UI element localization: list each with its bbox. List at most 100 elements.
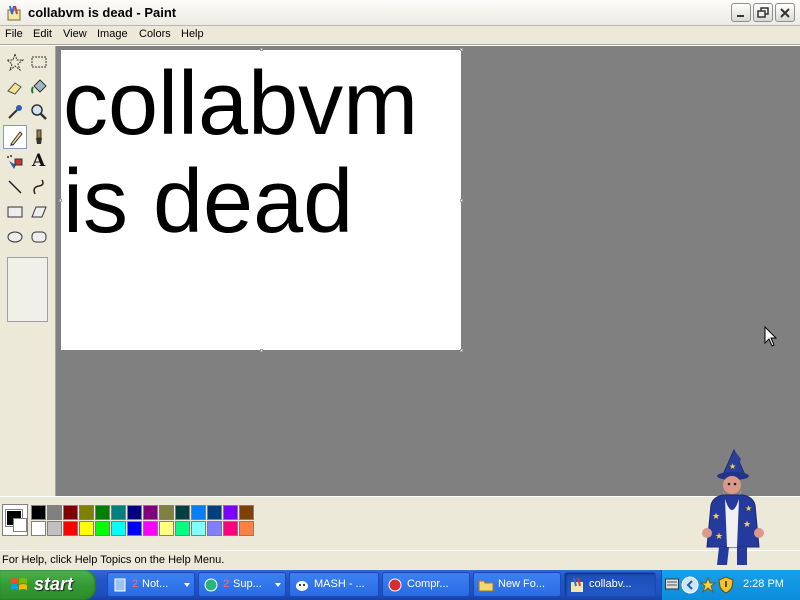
status-bar: For Help, click Help Topics on the Help … [0,550,800,570]
task-compress[interactable]: Compr... [382,572,470,597]
tool-brush[interactable] [27,125,51,149]
palette-swatch[interactable] [175,521,190,536]
palette-swatch[interactable] [143,521,158,536]
task-new-folder[interactable]: New Fo... [473,572,561,597]
palette-swatch[interactable] [31,521,46,536]
status-text: For Help, click Help Topics on the Help … [2,554,225,566]
tool-rectangle[interactable] [3,200,27,224]
task-paint-active[interactable]: collabv... [564,572,656,597]
taskbar: start 2 Not... 2 Sup... MASH - ... Compr… [0,570,800,600]
mash-icon [296,581,308,591]
tool-eraser[interactable] [3,75,27,99]
polygon-icon [31,206,47,218]
palette-swatch[interactable] [143,505,158,520]
network-icon[interactable] [700,577,716,593]
palette-swatch[interactable] [63,521,78,536]
palette-swatch[interactable] [239,521,254,536]
curve-icon [33,179,44,195]
tool-ellipse[interactable] [3,225,27,249]
palette-swatch[interactable] [95,505,110,520]
close-button[interactable] [775,3,795,22]
tool-polygon[interactable] [27,200,51,224]
background-color [13,518,27,532]
clock[interactable]: 2:28 PM [743,578,784,590]
palette-swatch[interactable] [175,505,190,520]
tool-fill-with-color[interactable] [27,75,51,99]
tool-options-box[interactable] [7,257,48,322]
svg-text:★: ★ [729,462,736,471]
notepad-icon [114,578,126,592]
palette-swatch[interactable] [31,505,46,520]
close-icon [780,8,790,18]
restore-icon [757,7,769,18]
svg-text:★: ★ [712,511,720,521]
tool-text[interactable]: A [27,150,51,174]
palette-swatch[interactable] [111,521,126,536]
shield-icon[interactable] [718,576,734,594]
tool-select[interactable] [27,50,51,74]
canvas-text-line-1: collabvm [63,54,419,154]
keyboard-icon[interactable] [665,578,679,590]
restore-button[interactable] [753,3,773,22]
tool-magnifier[interactable] [27,100,51,124]
title-bar[interactable]: collabvm is dead - Paint [0,0,800,26]
palette-swatch[interactable] [239,505,254,520]
menu-view[interactable]: View [63,28,87,40]
tool-curve[interactable] [27,175,51,199]
drawing-canvas[interactable]: collabvm is dead [61,50,461,350]
canvas-resize-handle-bottom[interactable] [260,349,263,352]
palette-swatch[interactable] [207,505,222,520]
eraser-icon [7,82,22,95]
rounded-rect-icon [31,231,47,243]
task-mash[interactable]: MASH - ... [289,572,379,597]
palette-swatch[interactable] [47,521,62,536]
ellipse-icon [7,231,23,243]
rect-select-icon [31,56,47,68]
palette-swatch[interactable] [191,505,206,520]
palette-swatch[interactable] [223,505,238,520]
palette-swatch[interactable] [223,521,238,536]
tool-airbrush[interactable] [3,150,27,174]
task-group-count: 2 [132,578,139,590]
palette-swatch[interactable] [95,521,110,536]
tool-rounded-rectangle[interactable] [27,225,51,249]
menu-file[interactable]: File [5,28,23,40]
palette-swatch[interactable] [191,521,206,536]
svg-text:★: ★ [745,504,752,513]
task-notepad-group[interactable]: 2 Not... [107,572,195,597]
wizard-mascot[interactable]: ★ ★ ★ ★ ★ [693,447,773,571]
menu-colors[interactable]: Colors [139,28,171,40]
svg-text:★: ★ [715,531,723,541]
tool-line[interactable] [3,175,27,199]
palette-swatch[interactable] [207,521,222,536]
palette-swatch[interactable] [159,521,174,536]
palette-swatch[interactable] [47,505,62,520]
tool-pencil[interactable] [3,125,27,149]
task-label: Compr... [407,578,449,590]
palette-swatch[interactable] [63,505,78,520]
palette-swatch[interactable] [79,521,94,536]
folder-icon [478,580,494,592]
palette-swatch[interactable] [127,521,142,536]
menu-help[interactable]: Help [181,28,204,40]
palette-swatch[interactable] [111,505,126,520]
start-button[interactable]: start [0,570,96,600]
palette-swatch[interactable] [159,505,174,520]
task-support-group[interactable]: 2 Sup... [198,572,286,597]
palette-swatch[interactable] [79,505,94,520]
menu-edit[interactable]: Edit [33,28,52,40]
task-label: Sup... [233,578,262,590]
task-label: collabv... [589,578,632,590]
canvas-resize-handle-right[interactable] [460,199,463,202]
task-group-count: 2 [223,578,230,590]
palette-swatch[interactable] [127,505,142,520]
magnifier-icon [31,104,47,120]
minimize-button[interactable] [731,3,751,22]
tool-pick-color[interactable] [3,100,27,124]
chevron-left-icon[interactable] [681,576,699,594]
star-select-icon [6,53,24,71]
menu-image[interactable]: Image [97,28,128,40]
airbrush-icon [7,155,23,169]
tool-free-form-select[interactable] [3,50,27,74]
canvas-resize-handle-corner[interactable] [460,349,463,352]
